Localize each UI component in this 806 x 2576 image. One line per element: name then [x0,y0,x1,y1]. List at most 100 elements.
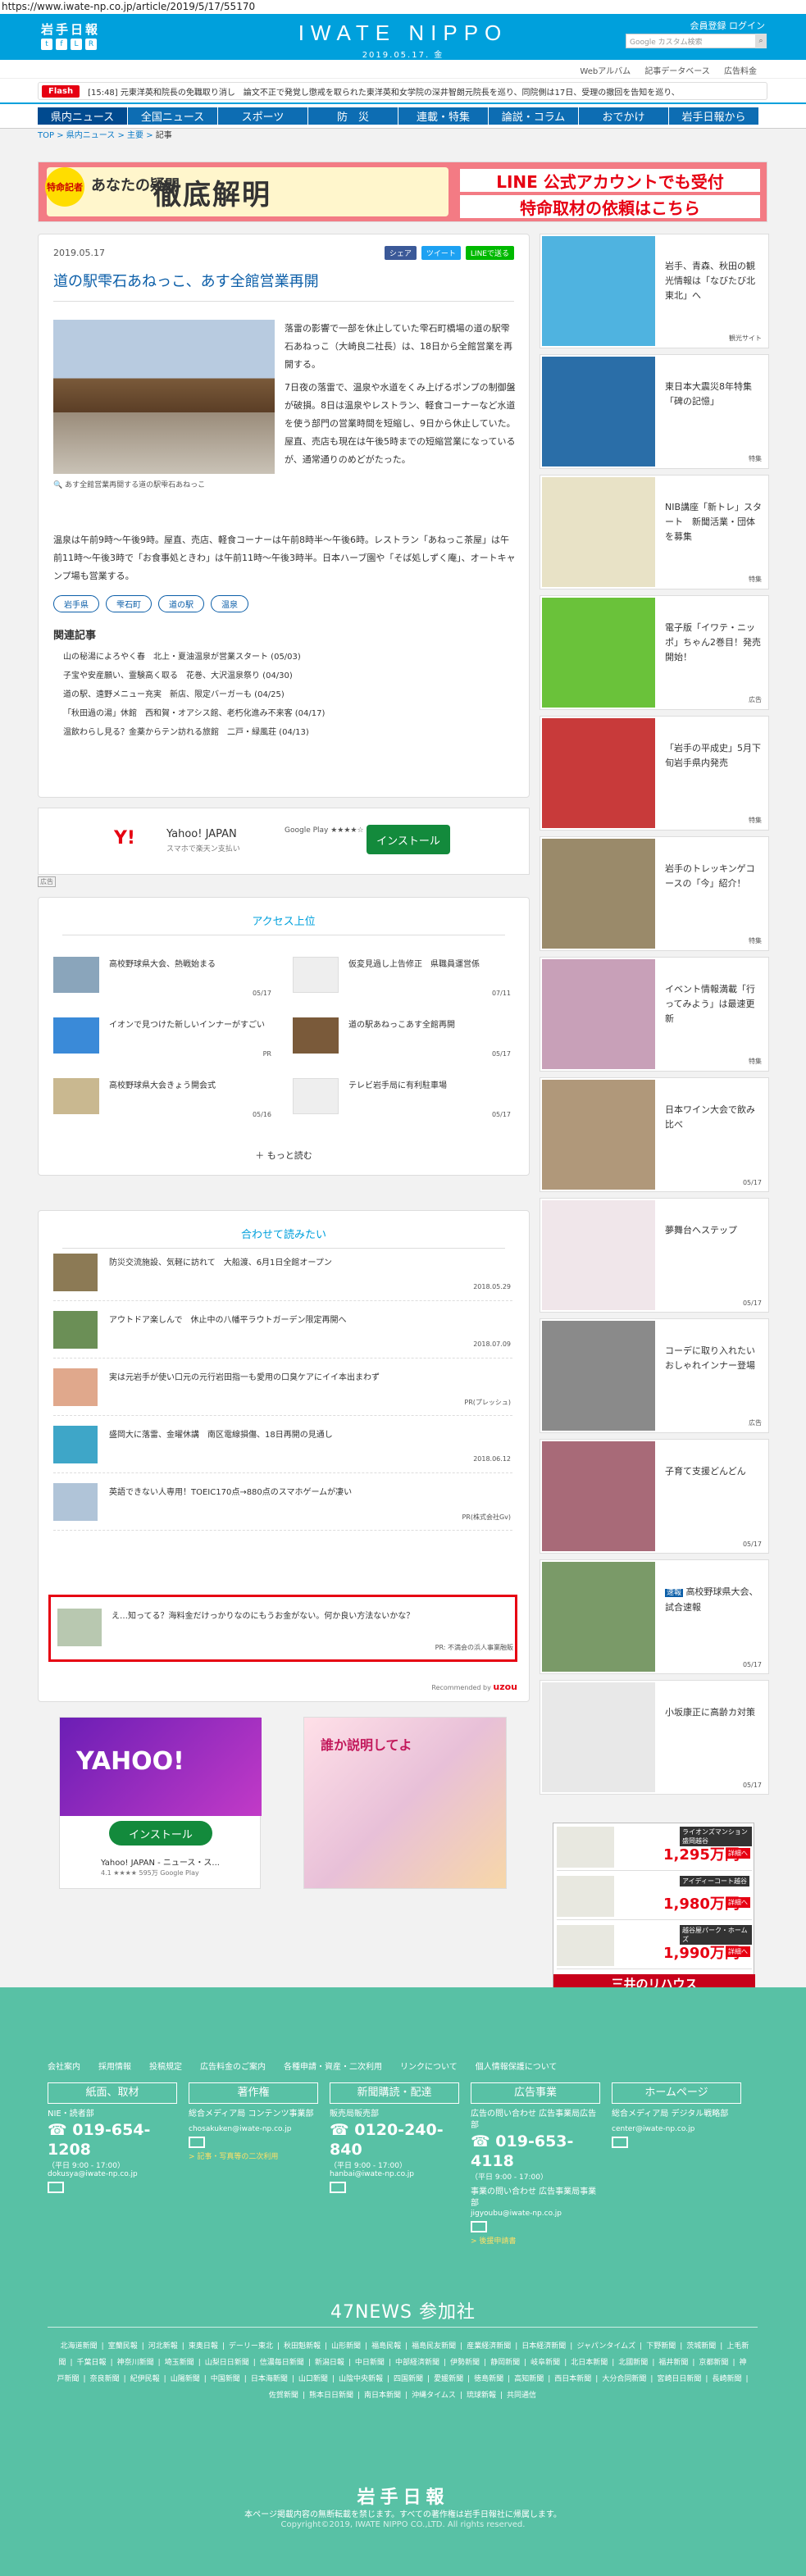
member-paper-link[interactable]: 東奥日報 [189,2342,218,2351]
banner-line-button[interactable]: LINE 公式アカウントでも受付 [460,169,760,192]
sidebar-item[interactable]: NIB講座「新トレ」スタート 新聞活業・団体を募集 特集 [540,475,769,589]
footer-link[interactable]: リンクについて [400,2059,458,2072]
search-icon[interactable]: ⌕ [755,34,767,48]
property-detail-badge[interactable]: 詳細へ [726,1848,750,1859]
breadcrumb-main[interactable]: 主要 [127,131,143,140]
member-paper-link[interactable]: 室蘭民報 [108,2342,138,2351]
member-paper-link[interactable]: 埼玉新聞 [165,2359,194,2367]
access-item[interactable]: テレビ岩手局に有利駐車場 05/17 [293,1078,514,1126]
footer-link[interactable]: 個人情報保護について [476,2059,558,2072]
member-paper-link[interactable]: 長崎新聞 [712,2375,741,2383]
member-paper-link[interactable]: 福井新聞 [658,2359,688,2367]
property-row[interactable]: 越谷屋パーク・ホームズ 1,990万円 詳細へ [557,1923,752,1969]
install-button[interactable]: インストール [109,1821,212,1846]
property-detail-badge[interactable]: 詳細へ [726,1946,750,1957]
sidebar-item[interactable]: 子育て支援どんどん 05/17 [540,1439,769,1554]
access-item[interactable]: 高校野球県大会、熱戦始まる 05/17 [53,957,275,1004]
member-paper-link[interactable]: 山口新聞 [298,2375,328,2383]
member-paper-link[interactable]: 高知新聞 [514,2375,544,2383]
property-row[interactable]: ライオンズマンション盛岡越谷 1,295万円 詳細へ [557,1825,752,1871]
nav-disaster[interactable]: 防 災 [308,107,398,125]
article-photo[interactable] [53,320,275,474]
sublink-album[interactable]: Webアルバム [580,67,631,76]
related-link[interactable]: 「秋田過の湯」休館 西和賀・オアシス館、老朽化進み不来客 (04/17) [63,704,325,723]
sponsorship-link[interactable]: > 後援申請書 [471,2235,600,2246]
recommend-item[interactable]: 防災交流施設、気軽に訪れて 大船渡、6月1日全館オープン 2018.05.29 [53,1250,512,1301]
footer-link[interactable]: 会社案内 [48,2059,80,2072]
footer-link[interactable]: 広告料金のご案内 [200,2059,266,2072]
access-item[interactable]: 高校野球県大会きょう開会式 05/16 [53,1078,275,1126]
member-paper-link[interactable]: 紀伊民報 [130,2375,160,2383]
member-paper-link[interactable]: 中日新聞 [355,2359,385,2367]
footer-link[interactable]: 投稿規定 [149,2059,182,2072]
member-paper-link[interactable]: 佐賀新聞 [269,2392,298,2400]
manga-ad[interactable]: 誰か説明してよ [303,1717,507,1889]
sidebar-item[interactable]: コーデに取り入れたいおしゃれインナー登場 広告 [540,1318,769,1433]
contact-email[interactable]: jigyoubu@iwate-np.co.jp [471,2210,600,2218]
breadcrumb-top[interactable]: TOP [38,131,54,140]
contact-email[interactable]: dokusya@iwate-np.co.jp [48,2170,177,2178]
tag-michi-no-eki[interactable]: 道の駅 [158,595,204,612]
member-paper-link[interactable]: 日本海新聞 [251,2375,288,2383]
member-paper-link[interactable]: 京都新聞 [699,2359,728,2367]
url-bar[interactable]: https://www.iwate-np.co.jp/article/2019/… [0,0,806,14]
yahoo-app-ad[interactable]: Y! Yahoo! JAPAN スマホで楽天ン支払い Google Play ★… [38,808,530,875]
mail-icon[interactable] [189,2137,205,2148]
contact-email[interactable]: hanbai@iwate-np.co.jp [330,2170,459,2178]
member-paper-link[interactable]: 新潟日報 [315,2359,344,2367]
member-paper-link[interactable]: 信濃毎日新聞 [260,2359,304,2367]
member-paper-link[interactable]: 日本経済新聞 [521,2342,566,2351]
member-paper-link[interactable]: 河北新報 [148,2342,178,2351]
banner-request-button[interactable]: 特命取材の依頼はこちら [460,195,760,218]
recommend-item[interactable]: 盛岡大に落雷、金曜休講 南区電線損傷、18日再開の見通し 2018.06.12 [53,1422,512,1473]
member-paper-link[interactable]: 産業経済新聞 [467,2342,511,2351]
member-paper-link[interactable]: 山陰中央新報 [339,2375,383,2383]
sidebar-item[interactable]: 小坂康正に高齢カ対策 05/17 [540,1680,769,1795]
zoom-icon[interactable]: 🔍 [53,481,62,489]
sidebar-item[interactable]: 岩手のトレッキンゲコースの「今」紹介！ 特集 [540,836,769,951]
recommend-item-highlighted[interactable]: え…知ってる？海料金だけっかりなのにもうお金がない。何か良い方法ないかな？ PR… [48,1595,517,1662]
member-paper-link[interactable]: 山梨日日新聞 [205,2359,249,2367]
related-link[interactable]: 道の駅、遠野メニュー充実 新店、限定バーガーも (04/25) [63,685,325,704]
related-link[interactable]: 温飲わらし見る？金薬からテン訪れる旅館 二戸・緑風荘 (04/13) [63,723,325,742]
sublink-ad-rates[interactable]: 広告料金 [724,67,757,76]
member-paper-link[interactable]: 山陽新聞 [171,2375,200,2383]
member-paper-link[interactable]: 西日本新聞 [554,2375,591,2383]
member-paper-link[interactable]: 南日本新聞 [364,2392,401,2400]
facebook-share-button[interactable]: シェア [384,246,417,260]
nav-national-news[interactable]: 全国ニュース [128,107,218,125]
tag-iwate[interactable]: 岩手県 [53,595,99,612]
contact-phone[interactable]: ☎ 019-653-4118 [471,2132,600,2171]
access-item[interactable]: 仮変見過し上告修正 県職員運営係 07/11 [293,957,514,1004]
sidebar-item[interactable]: 東日本大震災8年特集「碑の記憶」 特集 [540,354,769,469]
sidebar-item[interactable]: 夢舞台へステップ 05/17 [540,1198,769,1313]
member-paper-link[interactable]: 中国新聞 [211,2375,240,2383]
member-paper-link[interactable]: 静岡新聞 [490,2359,520,2367]
property-row[interactable]: アイディーコート越谷 1,980万円 詳細へ [557,1874,752,1920]
member-paper-link[interactable]: ジャパンタイムズ [576,2342,635,2351]
member-paper-link[interactable]: 下野新聞 [646,2342,676,2351]
nav-local-news[interactable]: 県内ニュース [38,107,128,125]
member-paper-link[interactable]: 奈良新聞 [90,2375,120,2383]
member-paper-link[interactable]: 秋田魁新報 [284,2342,321,2351]
member-paper-link[interactable]: 徳島新聞 [474,2375,503,2383]
recommended-by[interactable]: Recommended by uzou [431,1682,517,1692]
contact-phone[interactable]: ☎ 0120-240-840 [330,2120,459,2160]
member-paper-link[interactable]: 琉球新報 [467,2392,496,2400]
member-paper-link[interactable]: 北海道新聞 [61,2342,98,2351]
account-links[interactable]: 会員登録 ログイン [690,19,766,32]
tag-onsen[interactable]: 温泉 [211,595,248,612]
sidebar-item[interactable]: 「岩手の平成史」5月下旬岩手県内発売 特集 [540,716,769,831]
contact-phone[interactable]: ☎ 019-654-1208 [48,2120,177,2160]
member-paper-link[interactable]: 伊勢新聞 [450,2359,480,2367]
member-paper-link[interactable]: 大分合同新聞 [602,2375,646,2383]
member-paper-link[interactable]: 山形新聞 [331,2342,361,2351]
mail-icon[interactable] [330,2182,346,2193]
footer-link[interactable]: 採用情報 [98,2059,131,2072]
contact-email[interactable]: center@iwate-np.co.jp [612,2125,741,2133]
recommend-item[interactable]: 実は元岩手が使い口元の元行岩田指一も愛用の口臭ケアにイイ本出まわず PR(プレッ… [53,1365,512,1416]
flash-text[interactable]: [15:48] 元東洋英和院長の免職取り消し 論文不正で発覚し懲戒を取られた東洋… [88,85,680,98]
sidebar-item[interactable]: 日本ワイン大会で飲み比べ 05/17 [540,1077,769,1192]
sidebar-item[interactable]: 電子版「イワテ・ニッポ」ちゃん2巻目！発売開始！ 広告 [540,595,769,710]
nav-features[interactable]: 連載・特集 [398,107,489,125]
